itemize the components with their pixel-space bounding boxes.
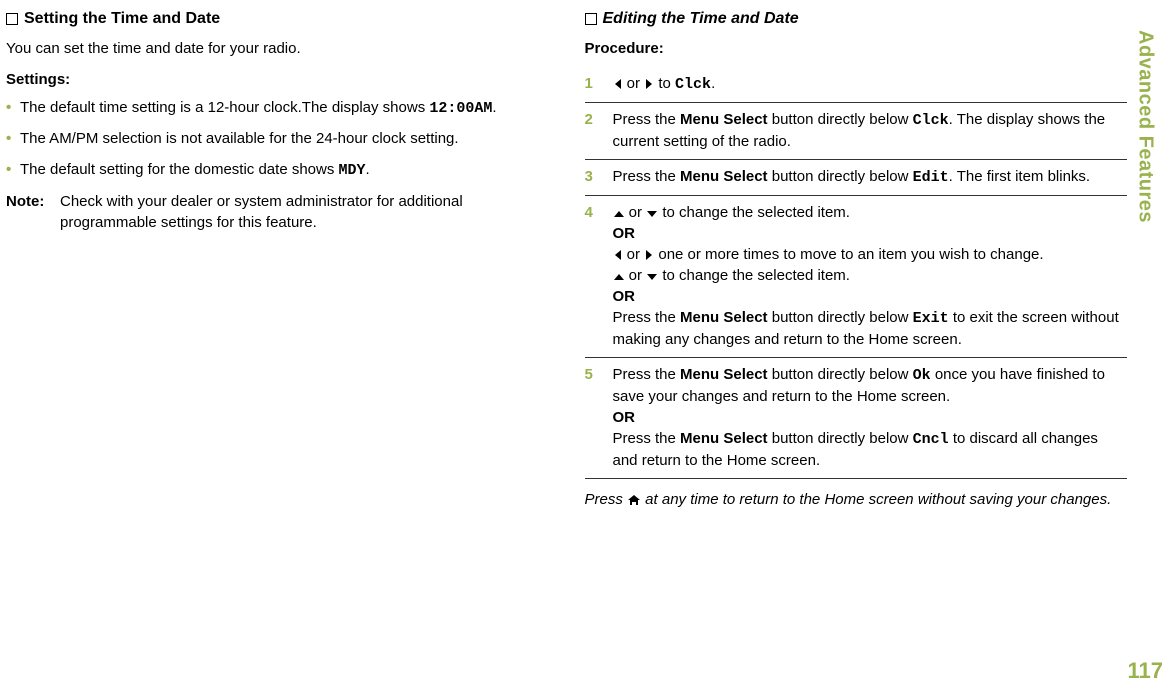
section-heading-right: Editing the Time and Date: [585, 10, 1128, 28]
step-number: 1: [585, 73, 613, 95]
text: or: [625, 267, 647, 284]
text: .: [492, 99, 496, 116]
text: .: [711, 75, 715, 92]
arrow-up-icon: [613, 204, 625, 221]
step: 1 or to Clck.: [585, 67, 1128, 103]
bold-text: Menu Select: [680, 366, 768, 383]
sidebar: Advanced Features: [1127, 10, 1163, 682]
text: button directly below: [768, 430, 913, 447]
text: button directly below: [768, 168, 913, 185]
settings-list: The default time setting is a 12-hour cl…: [6, 98, 549, 181]
bold-text: Menu Select: [680, 430, 768, 447]
text: or: [625, 204, 647, 221]
step-number: 4: [585, 202, 613, 350]
step-body: Press the Menu Select button directly be…: [613, 109, 1128, 152]
step: 4 or to change the selected item. OR or …: [585, 196, 1128, 358]
heading-text: Setting the Time and Date: [24, 10, 220, 28]
mono-text: Clck: [913, 112, 949, 129]
text: at any time to return to the Home screen…: [641, 491, 1111, 508]
mono-text: Exit: [913, 310, 949, 327]
text: or: [623, 246, 645, 263]
step-body: Press the Menu Select button directly be…: [613, 166, 1128, 188]
step: 2 Press the Menu Select button directly …: [585, 103, 1128, 160]
right-column: Editing the Time and Date Procedure: 1 o…: [567, 10, 1128, 682]
bold-text: Menu Select: [680, 168, 768, 185]
home-icon: [627, 491, 641, 508]
mono-text: Cncl: [913, 431, 949, 448]
note-label: Note:: [6, 191, 60, 233]
text: Press the: [613, 168, 681, 185]
page: Setting the Time and Date You can set th…: [6, 10, 1163, 682]
procedure-label: Procedure:: [585, 40, 1128, 57]
text: to change the selected item.: [658, 267, 850, 284]
text: Press the: [613, 430, 681, 447]
step-body: or to change the selected item. OR or on…: [613, 202, 1128, 350]
text: to: [654, 75, 675, 92]
text: to change the selected item.: [658, 204, 850, 221]
mono-text: Clck: [675, 76, 711, 93]
text: button directly below: [768, 309, 913, 326]
or-label: OR: [613, 407, 1128, 428]
arrow-left-icon: [613, 75, 623, 92]
text: .: [366, 161, 370, 178]
or-label: OR: [613, 223, 1128, 244]
text: Press: [585, 491, 628, 508]
heading-text: Editing the Time and Date: [603, 10, 799, 28]
text: button directly below: [768, 366, 913, 383]
text: Press the: [613, 309, 681, 326]
step-number: 3: [585, 166, 613, 188]
note-row: Note: Check with your dealer or system a…: [6, 191, 549, 233]
text: Press the: [613, 111, 681, 128]
section-heading-left: Setting the Time and Date: [6, 10, 549, 28]
procedure-steps: 1 or to Clck. 2 Press the Menu Select bu…: [585, 67, 1128, 479]
settings-label: Settings:: [6, 71, 549, 88]
step-body: or to Clck.: [613, 73, 1128, 95]
arrow-up-icon: [613, 267, 625, 284]
arrow-left-icon: [613, 246, 623, 263]
step: 5 Press the Menu Select button directly …: [585, 358, 1128, 479]
step: 3 Press the Menu Select button directly …: [585, 160, 1128, 196]
list-item: The default setting for the domestic dat…: [6, 160, 549, 181]
left-column: Setting the Time and Date You can set th…: [6, 10, 567, 682]
bold-text: Menu Select: [680, 309, 768, 326]
step-number: 2: [585, 109, 613, 152]
mono-text: Ok: [913, 367, 931, 384]
arrow-down-icon: [646, 204, 658, 221]
lead-text: You can set the time and date for your r…: [6, 40, 549, 57]
arrow-right-icon: [644, 75, 654, 92]
bold-text: Menu Select: [680, 111, 768, 128]
mono-text: 12:00AM: [429, 100, 492, 117]
list-item: The default time setting is a 12-hour cl…: [6, 98, 549, 119]
or-label: OR: [613, 286, 1128, 307]
text: one or more times to move to an item you…: [654, 246, 1043, 263]
list-item: The AM/PM selection is not available for…: [6, 129, 549, 149]
step-body: Press the Menu Select button directly be…: [613, 364, 1128, 471]
mono-text: MDY: [339, 162, 366, 179]
note-text: Check with your dealer or system adminis…: [60, 191, 549, 233]
mono-text: Edit: [913, 169, 949, 186]
text: or: [623, 75, 645, 92]
square-bullet-icon: [6, 13, 18, 25]
square-bullet-icon: [585, 13, 597, 25]
arrow-right-icon: [644, 246, 654, 263]
section-title-vertical: Advanced Features: [1134, 30, 1157, 223]
text: The default setting for the domestic dat…: [20, 161, 339, 178]
tail-note: Press at any time to return to the Home …: [585, 489, 1128, 512]
text: . The first item blinks.: [949, 168, 1090, 185]
text: button directly below: [768, 111, 913, 128]
page-number: 117: [1128, 658, 1164, 684]
arrow-down-icon: [646, 267, 658, 284]
text: Press the: [613, 366, 681, 383]
step-number: 5: [585, 364, 613, 471]
text: The default time setting is a 12-hour cl…: [20, 99, 429, 116]
